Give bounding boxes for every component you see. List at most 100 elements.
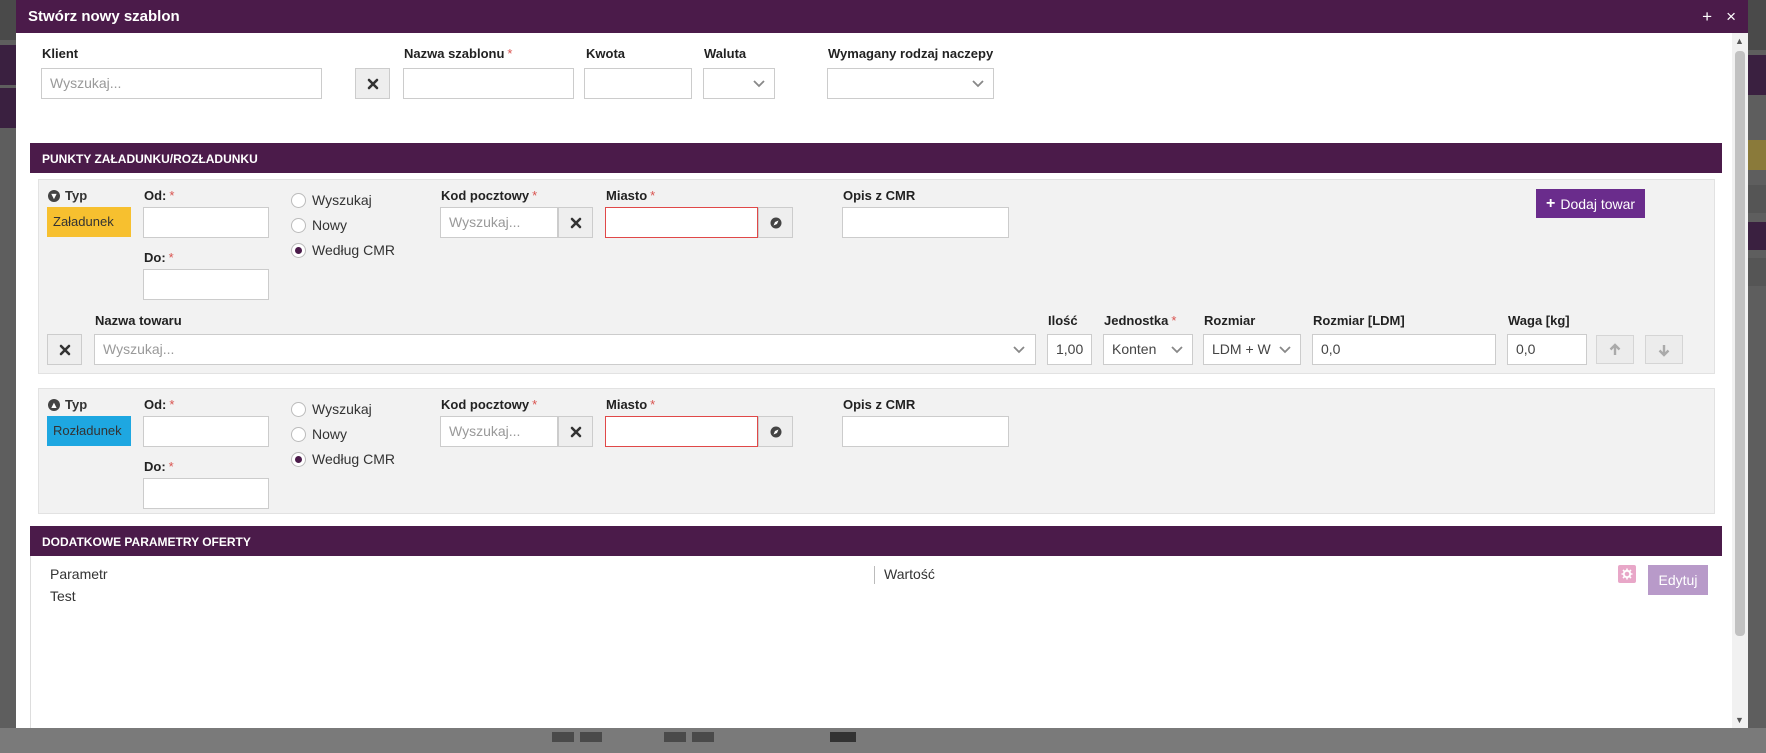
radio-new[interactable]: Nowy bbox=[291, 426, 347, 442]
content-border bbox=[30, 556, 31, 728]
gear-icon bbox=[1621, 568, 1633, 580]
add-goods-label: Dodaj towar bbox=[1560, 195, 1636, 212]
from-label-text: Od: bbox=[144, 397, 167, 412]
unit-label: Jednostka * bbox=[1104, 313, 1176, 328]
quantity-input[interactable]: 1,00 bbox=[1047, 334, 1092, 365]
radio-label: Nowy bbox=[312, 217, 348, 233]
size-select[interactable]: LDM + W bbox=[1203, 334, 1301, 365]
template-name-label: Nazwa szablonu * bbox=[404, 46, 512, 61]
required-asterisk: * bbox=[169, 188, 175, 203]
radio-dot bbox=[291, 217, 306, 233]
unit-label-text: Jednostka bbox=[1104, 313, 1169, 328]
city-label: Miasto * bbox=[606, 188, 655, 203]
param-column-header: Parametr bbox=[50, 566, 108, 582]
postal-code-clear-button[interactable] bbox=[558, 416, 593, 447]
radio-label: Według CMR bbox=[312, 242, 395, 258]
to-label: Do: * bbox=[144, 250, 174, 265]
from-date-input[interactable] bbox=[143, 416, 269, 447]
bg-right-block bbox=[1746, 140, 1766, 170]
cmr-description-label: Opis z CMR bbox=[843, 188, 916, 203]
goods-name-select[interactable]: Wyszukaj... bbox=[94, 334, 1036, 365]
cmr-description-label: Opis z CMR bbox=[843, 397, 916, 412]
quantity-label: Ilość bbox=[1048, 313, 1078, 328]
size-value: LDM + W bbox=[1212, 341, 1271, 357]
goods-name-label: Nazwa towaru bbox=[95, 313, 182, 328]
from-label-text: Od: bbox=[144, 188, 167, 203]
postal-code-clear-button[interactable] bbox=[558, 207, 593, 238]
to-label-text: Do: bbox=[144, 250, 166, 265]
cmr-description-input[interactable] bbox=[842, 416, 1009, 447]
trailer-select[interactable] bbox=[827, 68, 994, 99]
amount-input[interactable] bbox=[584, 68, 692, 99]
settings-button[interactable] bbox=[1618, 565, 1636, 583]
city-locate-button[interactable] bbox=[758, 416, 793, 447]
city-input[interactable] bbox=[605, 207, 758, 238]
chevron-down-icon bbox=[972, 80, 984, 88]
from-label: Od: * bbox=[144, 188, 174, 203]
type-label-text: Typ bbox=[65, 397, 88, 412]
radio-by-cmr[interactable]: Według CMR bbox=[291, 242, 395, 258]
radio-dot bbox=[291, 401, 306, 417]
required-asterisk: * bbox=[650, 397, 656, 412]
radio-search[interactable]: Wyszukaj bbox=[291, 192, 372, 208]
radio-label: Wyszukaj bbox=[312, 401, 372, 417]
scrollbar-thumb[interactable] bbox=[1735, 51, 1745, 636]
required-asterisk: * bbox=[650, 188, 656, 203]
bg-footer bbox=[0, 728, 1766, 753]
city-locate-button[interactable] bbox=[758, 207, 793, 238]
city-input[interactable] bbox=[605, 416, 758, 447]
radio-dot bbox=[291, 426, 306, 442]
value-column-header: Wartość bbox=[884, 566, 935, 582]
toggle-down-icon[interactable]: ▼ bbox=[48, 189, 60, 202]
city-label-text: Miasto bbox=[606, 188, 648, 203]
toggle-up-icon[interactable]: ▲ bbox=[48, 398, 60, 411]
to-date-input[interactable] bbox=[143, 269, 269, 300]
postal-code-label-text: Kod pocztowy bbox=[441, 188, 530, 203]
move-up-button[interactable] bbox=[1596, 335, 1634, 364]
modal-header: Stwórz nowy szablon + × bbox=[16, 0, 1748, 33]
chevron-down-icon bbox=[1279, 346, 1291, 354]
radio-label: Według CMR bbox=[312, 451, 395, 467]
to-label: Do: * bbox=[144, 459, 174, 474]
required-asterisk: * bbox=[532, 188, 538, 203]
bg-right-block bbox=[1746, 0, 1766, 50]
radio-dot-selected bbox=[291, 451, 306, 467]
from-date-input[interactable] bbox=[143, 207, 269, 238]
modal-body: Klient Wyszukaj... Nazwa szablonu * Kwota… bbox=[16, 33, 1732, 728]
required-asterisk: * bbox=[507, 46, 513, 61]
column-divider bbox=[874, 566, 875, 584]
client-clear-button[interactable] bbox=[355, 68, 390, 99]
cmr-description-input[interactable] bbox=[842, 207, 1009, 238]
amount-label: Kwota bbox=[586, 46, 625, 61]
weight-input[interactable]: 0,0 bbox=[1507, 334, 1587, 365]
move-down-button[interactable] bbox=[1645, 335, 1683, 364]
radio-by-cmr[interactable]: Według CMR bbox=[291, 451, 395, 467]
template-name-input[interactable] bbox=[403, 68, 574, 99]
additional-params-section-header: DODATKOWE PARAMETRY OFERTY bbox=[30, 526, 1722, 556]
add-goods-button[interactable]: + Dodaj towar bbox=[1536, 189, 1646, 218]
currency-select[interactable] bbox=[703, 68, 775, 99]
chevron-down-icon bbox=[1171, 346, 1183, 354]
radio-new[interactable]: Nowy bbox=[291, 217, 347, 233]
radio-dot-selected bbox=[291, 242, 306, 258]
close-button[interactable]: × bbox=[1726, 8, 1736, 25]
unit-select[interactable]: Konten bbox=[1103, 334, 1193, 365]
to-date-input[interactable] bbox=[143, 478, 269, 509]
postal-code-input[interactable]: Wyszukaj... bbox=[440, 416, 558, 447]
unit-value: Konten bbox=[1112, 341, 1157, 357]
radio-search[interactable]: Wyszukaj bbox=[291, 401, 372, 417]
client-search-input[interactable]: Wyszukaj... bbox=[41, 68, 322, 99]
city-label: Miasto * bbox=[606, 397, 655, 412]
to-label-text: Do: bbox=[144, 459, 166, 474]
scroll-down-icon[interactable]: ▼ bbox=[1735, 715, 1744, 725]
size-ldm-label: Rozmiar [LDM] bbox=[1313, 313, 1405, 328]
size-ldm-input[interactable]: 0,0 bbox=[1312, 334, 1496, 365]
postal-code-label: Kod pocztowy * bbox=[441, 397, 537, 412]
create-template-modal: Stwórz nowy szablon + × Klient Wyszukaj.… bbox=[16, 0, 1748, 728]
remove-goods-button[interactable] bbox=[47, 334, 82, 365]
edit-button[interactable]: Edytuj bbox=[1648, 565, 1708, 595]
scroll-up-icon[interactable]: ▲ bbox=[1735, 36, 1744, 46]
postal-code-input[interactable]: Wyszukaj... bbox=[440, 207, 558, 238]
expand-button[interactable]: + bbox=[1702, 8, 1712, 25]
scrollbar[interactable]: ▲ ▼ bbox=[1732, 33, 1748, 728]
